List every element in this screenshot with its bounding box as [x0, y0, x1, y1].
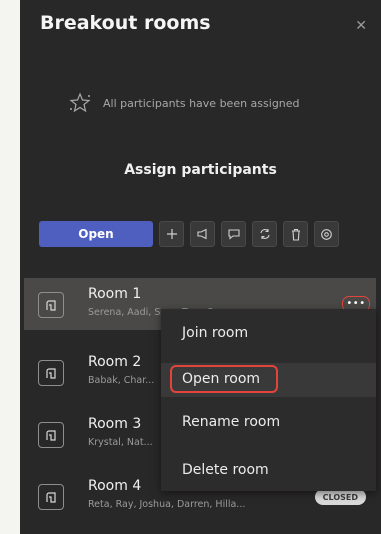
- room-members: Reta, Ray, Joshua, Darren, Hilla...: [88, 499, 246, 510]
- assignment-status: All participants have been assigned: [68, 92, 300, 114]
- delete-icon[interactable]: [283, 221, 308, 247]
- announce-icon[interactable]: [190, 221, 215, 247]
- room-members: Babak, Char...: [88, 375, 155, 386]
- room-status-badge: CLOSED: [314, 489, 366, 505]
- menu-item-join-room[interactable]: Join room: [161, 317, 376, 351]
- menu-item-label: Delete room: [182, 462, 269, 478]
- rooms-toolbar: Open: [39, 221, 339, 247]
- close-icon[interactable]: ✕: [355, 18, 367, 34]
- room-name: Room 1: [88, 286, 142, 302]
- menu-item-label: Rename room: [182, 414, 281, 430]
- chat-icon[interactable]: [221, 221, 246, 247]
- room-name: Room 3: [88, 416, 142, 432]
- room-icon: [38, 484, 64, 510]
- room-icon: [38, 292, 64, 318]
- room-name: Room 2: [88, 354, 142, 370]
- room-context-menu: Join room Open room Rename room Delete r…: [161, 309, 376, 491]
- participants-assigned-icon: [68, 92, 94, 114]
- assignment-status-text: All participants have been assigned: [103, 96, 300, 110]
- room-icon: [38, 360, 64, 386]
- add-icon[interactable]: [159, 221, 184, 247]
- room-members: Krystal, Nat...: [88, 437, 153, 448]
- recreate-icon[interactable]: [252, 221, 277, 247]
- assign-participants-button[interactable]: Assign participants: [20, 162, 381, 178]
- room-icon: [38, 422, 64, 448]
- menu-item-delete-room[interactable]: Delete room: [161, 454, 376, 488]
- settings-icon[interactable]: [314, 221, 339, 247]
- menu-item-label: Open room: [182, 371, 261, 387]
- open-rooms-button[interactable]: Open: [39, 221, 153, 247]
- room-name: Room 4: [88, 478, 142, 494]
- menu-item-label: Join room: [182, 325, 249, 341]
- panel-title: Breakout rooms: [40, 12, 211, 34]
- menu-item-open-room[interactable]: Open room: [161, 363, 376, 397]
- menu-item-rename-room[interactable]: Rename room: [161, 406, 376, 440]
- breakout-rooms-panel: Breakout rooms ✕ All participants have b…: [20, 0, 381, 534]
